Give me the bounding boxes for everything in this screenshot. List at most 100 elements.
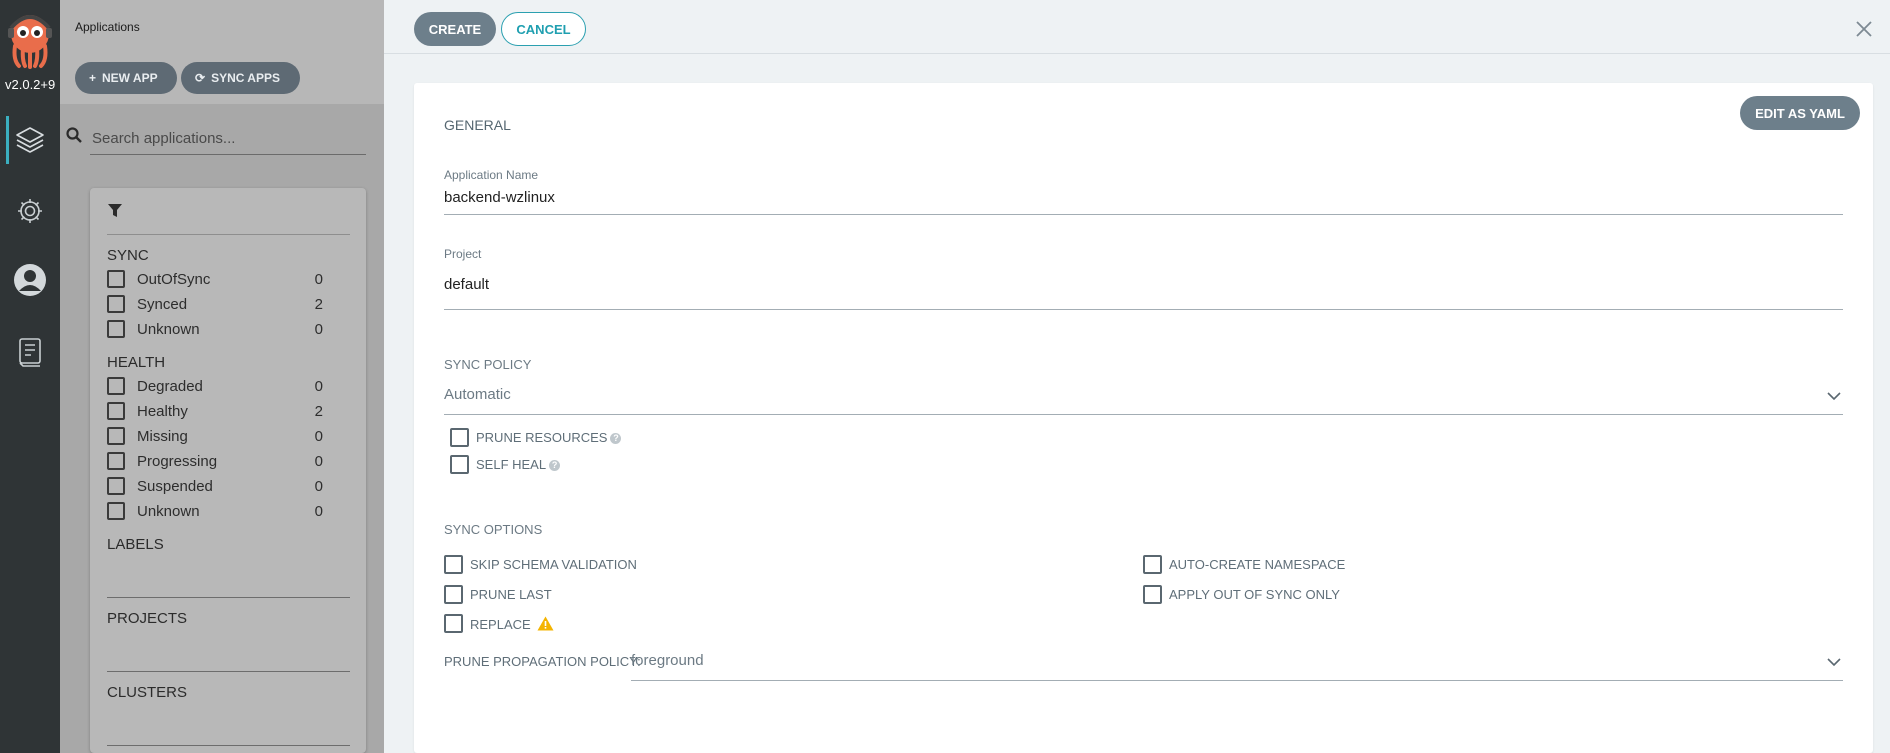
filter-count: 0 [314, 377, 323, 395]
checkbox[interactable] [107, 295, 125, 313]
chevron-down-icon[interactable] [1826, 388, 1842, 404]
filter-label: Progressing [137, 452, 218, 470]
filter-label: Degraded [137, 377, 203, 395]
filter-label: Unknown [137, 320, 200, 338]
filter-health-degraded[interactable]: Degraded 0 [107, 376, 323, 396]
prune-propagation-label: PRUNE PROPAGATION POLICY: [444, 654, 641, 669]
checkbox[interactable] [107, 502, 125, 520]
filter-health-suspended[interactable]: Suspended 0 [107, 476, 323, 496]
sync-policy-heading: SYNC POLICY [444, 357, 532, 372]
user-icon[interactable] [12, 262, 48, 298]
checkbox[interactable] [107, 270, 125, 288]
skip-schema-label: SKIP SCHEMA VALIDATION [470, 557, 637, 572]
self-heal-text: SELF HEAL [476, 457, 547, 472]
filter-count: 0 [314, 320, 323, 338]
filter-label: Suspended [137, 477, 213, 495]
prune-resources-label: PRUNE RESOURCES? [476, 430, 622, 445]
project-label: Project [444, 247, 482, 261]
prune-last-checkbox[interactable] [444, 585, 463, 604]
clusters-input[interactable] [107, 745, 350, 746]
docs-icon[interactable] [12, 334, 48, 370]
prune-resources-text: PRUNE RESOURCES [476, 430, 608, 445]
filter-label: Synced [137, 295, 188, 313]
prune-propagation-select[interactable]: foreground [631, 652, 704, 669]
filter-label: OutOfSync [137, 270, 211, 288]
filter-count: 0 [314, 452, 323, 470]
sync-options-heading: SYNC OPTIONS [444, 522, 543, 537]
close-icon[interactable] [1852, 17, 1876, 41]
sync-policy-select[interactable]: Automatic [444, 386, 511, 403]
help-icon[interactable]: ? [610, 433, 622, 445]
section-general: GENERAL [444, 117, 511, 133]
replace-label: REPLACE [470, 616, 554, 632]
projects-input[interactable] [107, 671, 350, 672]
sync-apps-label: SYNC APPS [211, 71, 280, 85]
filter-icon [107, 203, 123, 224]
apply-out-of-sync-label: APPLY OUT OF SYNC ONLY [1169, 587, 1340, 602]
apply-out-of-sync-checkbox[interactable] [1143, 585, 1162, 604]
app-name-input[interactable]: backend-wzlinux [444, 189, 555, 206]
cancel-button[interactable]: CANCEL [501, 12, 586, 46]
warning-icon[interactable] [537, 616, 554, 631]
divider [107, 234, 350, 235]
filter-heading-health: HEALTH [107, 354, 166, 371]
checkbox[interactable] [107, 377, 125, 395]
filter-heading-labels: LABELS [107, 536, 164, 553]
nav-active-indicator [6, 116, 9, 164]
checkbox[interactable] [107, 452, 125, 470]
filter-health-missing[interactable]: Missing 0 [107, 426, 323, 446]
filter-health-healthy[interactable]: Healthy 2 [107, 401, 323, 421]
new-app-label: NEW APP [102, 71, 158, 85]
gear-icon[interactable] [12, 193, 48, 229]
filter-health-unknown[interactable]: Unknown 0 [107, 501, 323, 521]
edit-as-yaml-button[interactable]: EDIT AS YAML [1740, 96, 1860, 130]
new-app-button[interactable]: + NEW APP [75, 62, 177, 94]
checkbox[interactable] [107, 427, 125, 445]
project-underline [444, 309, 1843, 310]
filter-label: Missing [137, 427, 188, 445]
skip-schema-checkbox[interactable] [444, 555, 463, 574]
filter-sync-unknown[interactable]: Unknown 0 [107, 319, 323, 339]
checkbox[interactable] [107, 320, 125, 338]
project-input[interactable]: default [444, 276, 489, 293]
plus-icon: + [89, 71, 97, 85]
auto-create-namespace-label: AUTO-CREATE NAMESPACE [1169, 557, 1346, 572]
filter-count: 0 [314, 477, 323, 495]
filter-heading-clusters: CLUSTERS [107, 684, 188, 701]
layers-icon[interactable] [12, 122, 48, 158]
chevron-down-icon[interactable] [1826, 654, 1842, 670]
panel-toolbar [384, 0, 1890, 54]
help-icon[interactable]: ? [549, 460, 561, 472]
filter-count: 0 [314, 502, 323, 520]
prune-last-label: PRUNE LAST [470, 587, 552, 602]
filter-heading-projects: PROJECTS [107, 610, 188, 627]
argo-logo-icon[interactable] [7, 12, 53, 70]
prune-resources-checkbox[interactable] [450, 428, 469, 447]
auto-create-namespace-checkbox[interactable] [1143, 555, 1162, 574]
sync-icon: ⟳ [195, 71, 206, 85]
filter-count: 2 [314, 402, 323, 420]
filter-sync-synced[interactable]: Synced 2 [107, 294, 323, 314]
filter-count: 2 [314, 295, 323, 313]
filter-sync-outofsync[interactable]: OutOfSync 0 [107, 269, 323, 289]
app-name-label: Application Name [444, 168, 539, 182]
replace-text: REPLACE [470, 617, 531, 632]
self-heal-checkbox[interactable] [450, 455, 469, 474]
create-button[interactable]: CREATE [414, 12, 496, 46]
filter-label: Healthy [137, 402, 188, 420]
search-input[interactable] [90, 123, 366, 155]
filter-label: Unknown [137, 502, 200, 520]
sync-policy-underline [444, 414, 1843, 415]
replace-checkbox[interactable] [444, 614, 463, 633]
app-name-underline [444, 214, 1843, 215]
filter-health-progressing[interactable]: Progressing 0 [107, 451, 323, 471]
left-nav [0, 0, 60, 753]
labels-input[interactable] [107, 597, 350, 598]
sync-apps-button[interactable]: ⟳ SYNC APPS [181, 62, 300, 94]
search-icon [66, 127, 82, 148]
page-title: Applications [75, 20, 140, 34]
checkbox[interactable] [107, 402, 125, 420]
filter-count: 0 [314, 270, 323, 288]
checkbox[interactable] [107, 477, 125, 495]
version-label: v2.0.2+9 [5, 77, 56, 92]
